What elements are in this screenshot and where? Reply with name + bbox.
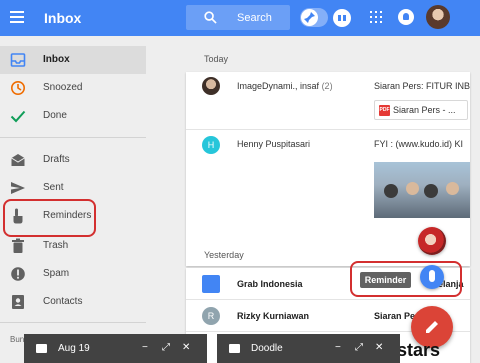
envelope-icon (229, 344, 240, 353)
contact-fab[interactable] (418, 227, 446, 255)
search-box[interactable]: Search (186, 5, 290, 30)
compose-window-1[interactable]: Aug 19 − ⤢ ✕ (24, 334, 207, 363)
email-sender: Grab Indonesia (237, 279, 303, 289)
minimize-icon[interactable]: − (142, 342, 148, 353)
search-label: Search (237, 12, 272, 24)
compose-title: Aug 19 (58, 343, 90, 354)
sidebar: Inbox Snoozed Done Drafts Sent Reminders… (0, 36, 146, 336)
search-icon (204, 11, 217, 24)
app-title: Inbox (44, 10, 82, 26)
sender-avatar: H (202, 136, 220, 154)
clock-icon (11, 81, 25, 95)
reminders-highlight (3, 199, 96, 237)
trash-icon (12, 238, 24, 253)
email-subject: FYI : (www.kudo.id) KI (374, 139, 464, 149)
inbox-icon (10, 53, 26, 67)
reminder-fab[interactable] (420, 265, 444, 289)
sidebar-item-label: Inbox (43, 54, 70, 65)
sidebar-item-label: Snoozed (43, 82, 83, 93)
sidebar-item-label: Done (43, 110, 67, 121)
sidebar-item-label: Trash (43, 240, 69, 251)
bundle-icon[interactable] (333, 9, 351, 27)
sidebar-item-contacts[interactable]: Contacts (0, 288, 146, 316)
minimize-icon[interactable]: − (335, 342, 341, 353)
sender-avatar (202, 275, 220, 293)
expand-icon[interactable]: ⤢ (355, 342, 363, 353)
section-heading-yesterday: Yesterday (204, 250, 244, 260)
drafts-icon (11, 154, 25, 166)
sidebar-item-done[interactable]: Done (0, 102, 146, 130)
email-row[interactable]: ImageDynami., insaf (2) Siaran Pers: FIT… (186, 72, 470, 130)
email-sender: ImageDynami., insaf (2) (237, 81, 333, 91)
pin-icon (301, 9, 318, 26)
sidebar-item-label: Contacts (43, 296, 83, 307)
photo-thumbnail[interactable] (374, 162, 470, 218)
email-subject: Siaran Pers: FITUR INB (374, 81, 470, 91)
email-sender: Rizky Kurniawan (237, 311, 310, 321)
app-bar: Inbox Search (0, 0, 480, 36)
bundled-section-label: Bun (10, 335, 25, 344)
sender-avatar (202, 77, 220, 95)
sender-avatar: R (202, 307, 220, 325)
sidebar-divider (0, 322, 146, 323)
check-icon (10, 110, 26, 123)
notifications-icon[interactable] (398, 9, 414, 25)
contacts-icon (12, 295, 24, 309)
spam-icon (11, 267, 25, 281)
account-avatar[interactable] (426, 5, 450, 29)
compose-window-2[interactable]: Doodle − ⤢ ✕ (217, 334, 400, 363)
compose-title: Doodle (251, 343, 283, 354)
hamburger-icon[interactable] (10, 11, 24, 23)
sidebar-item-label: Spam (43, 268, 70, 279)
sidebar-item-snoozed[interactable]: Snoozed (0, 74, 146, 102)
send-icon (11, 182, 25, 194)
thread-count: (2) (321, 81, 333, 91)
pdf-icon: PDF (379, 105, 390, 116)
expand-icon[interactable]: ⤢ (162, 342, 170, 353)
section-heading-today: Today (204, 54, 229, 64)
pin-toggle[interactable] (300, 8, 328, 27)
sidebar-item-drafts[interactable]: Drafts (0, 146, 146, 174)
sidebar-item-spam[interactable]: Spam (0, 260, 146, 288)
attachment-chip[interactable]: PDF Siaran Pers - ... (374, 100, 468, 120)
close-icon[interactable]: ✕ (182, 342, 190, 353)
email-sender: Henny Puspitasari (237, 139, 311, 149)
sidebar-item-label: Sent (43, 182, 64, 193)
sidebar-divider (0, 137, 146, 138)
sidebar-item-sent[interactable]: Sent (0, 174, 146, 202)
close-icon[interactable]: ✕ (375, 342, 383, 353)
apps-icon[interactable] (370, 11, 382, 23)
attachment-name: Siaran Pers - ... (393, 105, 456, 115)
envelope-icon (36, 344, 47, 353)
sidebar-item-inbox[interactable]: Inbox (0, 46, 146, 74)
reminder-tooltip: Reminder (360, 272, 411, 288)
sidebar-item-label: Drafts (43, 154, 70, 165)
